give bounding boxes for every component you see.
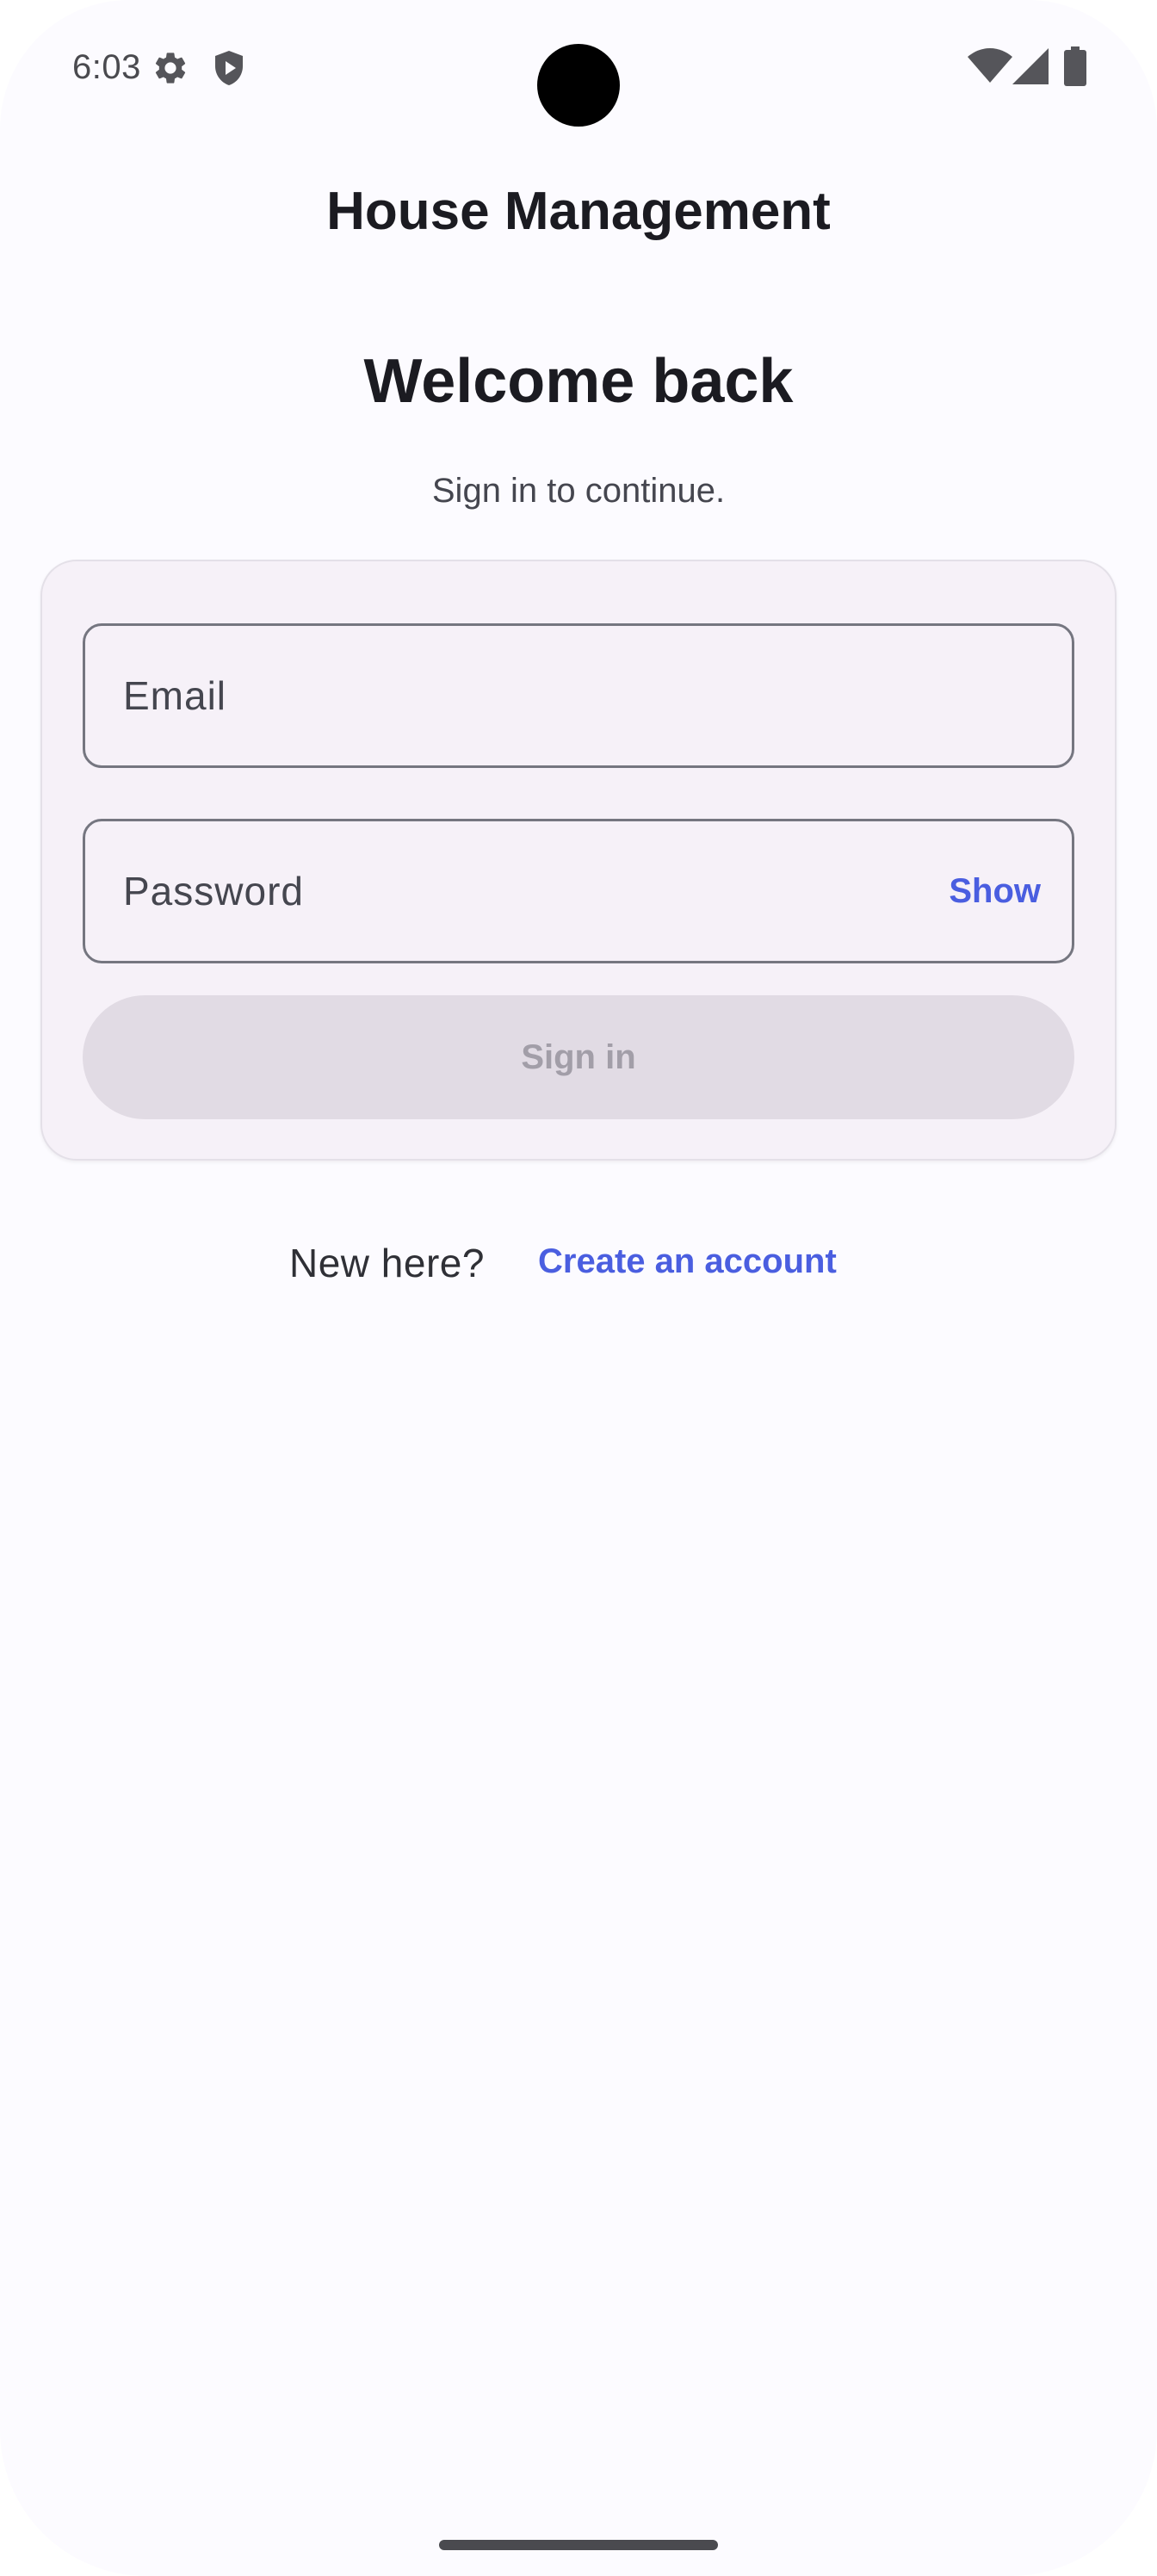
gear-icon: [152, 49, 189, 87]
welcome-title: Welcome back: [363, 347, 794, 416]
new-here-label: New here?: [289, 1241, 485, 1285]
create-account-link[interactable]: Create an account: [538, 1242, 837, 1281]
email-field[interactable]: [83, 623, 1074, 768]
sign-in-button[interactable]: Sign in: [83, 995, 1074, 1119]
status-bar: 6:03: [0, 0, 1157, 138]
phone-screen: 6:03 House Management Welcome back Sign …: [0, 0, 1157, 2576]
app-title: House Management: [326, 182, 831, 241]
shield-icon: [212, 49, 246, 87]
welcome-subtitle: Sign in to continue.: [431, 472, 726, 510]
wifi-icon: [968, 48, 1012, 84]
email-input[interactable]: [123, 626, 898, 765]
front-camera: [537, 44, 620, 127]
password-input[interactable]: [123, 821, 898, 961]
password-field[interactable]: Show: [83, 819, 1074, 963]
battery-icon: [1064, 46, 1086, 86]
show-password-toggle[interactable]: Show: [949, 821, 1041, 961]
signal-icon: [1012, 48, 1049, 84]
status-time: 6:03: [72, 48, 141, 86]
home-indicator[interactable]: [439, 2540, 718, 2550]
